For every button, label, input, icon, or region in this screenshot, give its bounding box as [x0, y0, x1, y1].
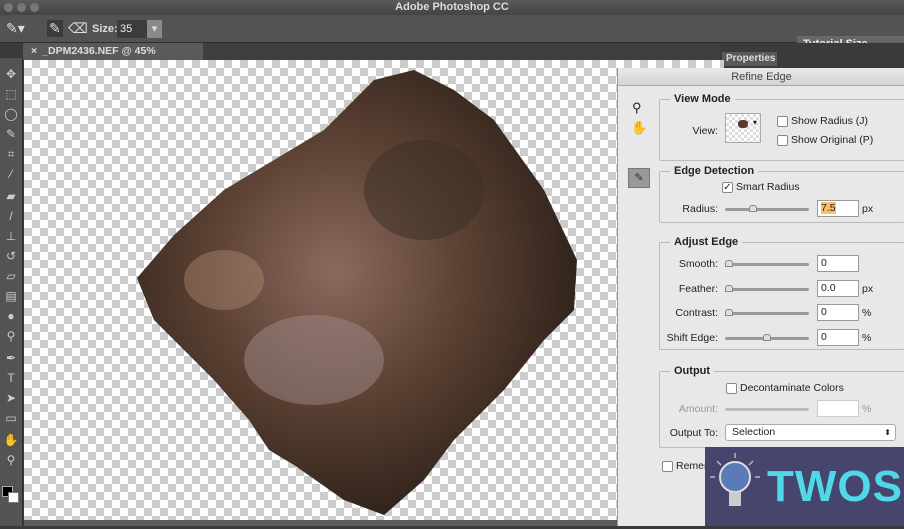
contrast-slider[interactable]: [725, 309, 809, 316]
blur-tool-icon[interactable]: ●: [3, 308, 19, 324]
title-bar: Adobe Photoshop CC: [0, 0, 904, 15]
shift-edge-slider-thumb[interactable]: [763, 334, 771, 341]
pen-tool-icon[interactable]: ✒: [3, 350, 19, 366]
view-mode-title: View Mode: [670, 93, 735, 105]
view-dropdown-arrow-icon[interactable]: ▾: [753, 118, 757, 127]
crop-tool-icon[interactable]: ⌗: [3, 146, 19, 162]
feather-slider[interactable]: [725, 285, 809, 292]
feather-unit: px: [862, 283, 874, 295]
zoom-window-button[interactable]: [30, 3, 39, 12]
feather-input[interactable]: 0.0: [817, 280, 859, 297]
move-tool-icon[interactable]: ✥: [3, 66, 19, 82]
size-input[interactable]: [117, 20, 147, 38]
contrast-slider-thumb[interactable]: [725, 309, 733, 316]
type-tool-icon[interactable]: T: [3, 370, 19, 386]
eyedropper-tool-icon[interactable]: ⁄: [3, 166, 19, 182]
healing-brush-tool-icon[interactable]: ▰: [3, 188, 19, 204]
refine-radius-tool-icon[interactable]: ✎: [628, 168, 650, 188]
dialog-title: Refine Edge: [618, 68, 904, 86]
select-arrows-icon: ⬍: [884, 428, 891, 437]
show-radius-label: Show Radius (J): [791, 115, 869, 127]
lasso-tool-icon[interactable]: ◯: [3, 106, 19, 122]
show-radius-checkbox[interactable]: [777, 116, 788, 127]
shift-edge-input[interactable]: 0: [817, 329, 859, 346]
eraser-tool-icon[interactable]: ▱: [3, 268, 19, 284]
radius-value: 7.5: [821, 202, 836, 214]
path-selection-tool-icon[interactable]: ➤: [3, 390, 19, 406]
output-title: Output: [670, 365, 715, 377]
shift-edge-label: Shift Edge:: [666, 332, 718, 344]
close-window-button[interactable]: [4, 3, 13, 12]
refine-radius-tool-preset-icon[interactable]: ✎▾: [6, 20, 25, 37]
show-original-checkbox[interactable]: [777, 135, 788, 146]
options-bar: ✎▾ ✎ ⌫ Size: ▾ Tutorial Size: [0, 15, 904, 53]
clone-stamp-tool-icon[interactable]: ⊥: [3, 228, 19, 244]
zoom-tool-icon[interactable]: ⚲: [3, 452, 19, 468]
watermark-text: TWOS: [767, 462, 903, 511]
view-label: View:: [692, 125, 719, 137]
view-thumbnail: [738, 120, 748, 128]
dodge-tool-icon[interactable]: ⚲: [3, 328, 19, 344]
contrast-input[interactable]: 0: [817, 304, 859, 321]
shift-edge-slider[interactable]: [725, 334, 809, 341]
tools-panel: ✥ ⬚ ◯ ✎ ⌗ ⁄ ▰ / ⊥ ↺ ▱ ▤ ● ⚲ ✒ T ➤ ▭ ✋ ⚲: [0, 58, 23, 526]
adjust-edge-group: Adjust Edge Smooth: 0 Feather: 0.0 px Co…: [659, 236, 904, 350]
background-color-swatch[interactable]: [8, 492, 19, 503]
radius-slider[interactable]: [725, 205, 809, 212]
hand-tool-icon[interactable]: ✋: [3, 432, 19, 448]
smooth-label: Smooth:: [678, 258, 718, 270]
gradient-tool-icon[interactable]: ▤: [3, 288, 19, 304]
view-mode-group: View Mode View: ▾ Show Radius (J) Show O…: [659, 93, 904, 161]
smart-radius-checkbox[interactable]: ✓: [722, 182, 733, 193]
marquee-tool-icon[interactable]: ⬚: [3, 86, 19, 102]
radius-slider-thumb[interactable]: [749, 205, 757, 212]
amount-label: Amount:: [678, 403, 718, 415]
quick-selection-tool-icon[interactable]: ✎: [3, 126, 19, 142]
feather-slider-thumb[interactable]: [725, 285, 733, 292]
rectangle-tool-icon[interactable]: ▭: [3, 410, 19, 426]
size-label: Size:: [92, 23, 118, 35]
output-to-label: Output To:: [669, 427, 718, 439]
decontaminate-colors-checkbox[interactable]: [726, 383, 737, 394]
smooth-input[interactable]: 0: [817, 255, 859, 272]
brush-tool-icon[interactable]: /: [3, 208, 19, 224]
twos-watermark: TWOS: [705, 447, 904, 526]
edge-detection-group: Edge Detection ✓ Smart Radius Radius: 7.…: [659, 165, 904, 223]
smooth-slider-thumb[interactable]: [725, 260, 733, 267]
properties-tab[interactable]: Properties: [722, 52, 777, 66]
radius-unit: px: [862, 203, 874, 215]
output-to-value: Selection: [732, 426, 776, 438]
feather-label: Feather:: [678, 283, 718, 295]
minimize-window-button[interactable]: [17, 3, 26, 12]
adjust-edge-title: Adjust Edge: [670, 236, 743, 248]
output-group: Output Decontaminate Colors Amount: % Ou…: [659, 365, 904, 448]
smooth-slider[interactable]: [725, 260, 809, 267]
close-tab-icon[interactable]: ×: [31, 45, 37, 57]
contrast-label: Contrast:: [675, 307, 718, 319]
amount-input[interactable]: [817, 400, 859, 417]
shift-edge-unit: %: [862, 332, 872, 344]
remember-settings-checkbox[interactable]: [662, 461, 673, 472]
document-tab[interactable]: ×_DPM2436.NEF @ 45% (RGB/16) *: [23, 43, 203, 74]
decontaminate-colors-label: Decontaminate Colors: [740, 382, 844, 394]
smart-radius-label: Smart Radius: [736, 181, 800, 193]
erase-refinements-icon[interactable]: ⌫: [68, 20, 88, 37]
size-dropdown-button[interactable]: ▾: [147, 20, 162, 38]
edge-detection-title: Edge Detection: [670, 165, 759, 177]
refine-radius-brush-icon[interactable]: ✎: [47, 20, 63, 37]
radius-input[interactable]: 7.5: [817, 200, 859, 217]
history-brush-tool-icon[interactable]: ↺: [3, 248, 19, 264]
show-original-label: Show Original (P): [791, 134, 874, 146]
output-to-select[interactable]: Selection ⬍: [725, 424, 896, 441]
contrast-unit: %: [862, 307, 872, 319]
radius-label: Radius:: [682, 203, 718, 215]
zoom-tool-icon[interactable]: ⚲: [632, 100, 642, 116]
amount-slider[interactable]: [725, 408, 809, 411]
app-title: Adobe Photoshop CC: [395, 1, 509, 13]
amount-unit: %: [862, 403, 872, 415]
